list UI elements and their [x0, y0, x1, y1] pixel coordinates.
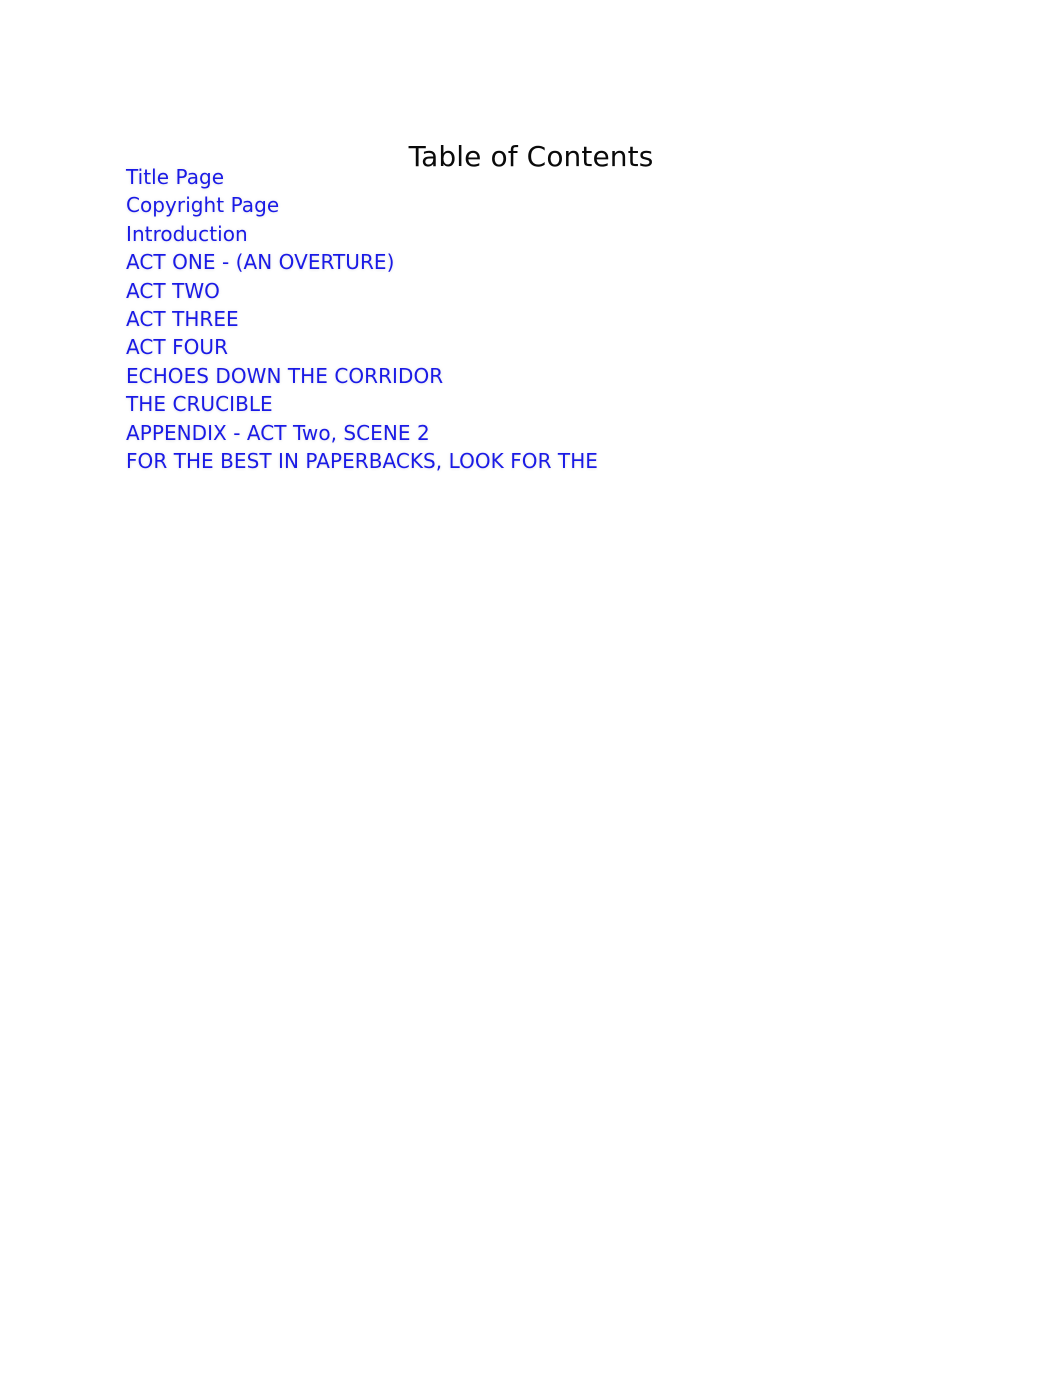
list-item: FOR THE BEST IN PAPERBACKS, LOOK FOR THE: [126, 447, 946, 475]
list-item: APPENDIX - ACT Two, SCENE 2: [126, 419, 946, 447]
toc-link-act-two[interactable]: ACT TWO: [126, 279, 220, 303]
toc-link-echoes-down-the-corridor[interactable]: ECHOES DOWN THE CORRIDOR: [126, 364, 443, 388]
document-page: Table of Contents Title Page Copyright P…: [0, 0, 1062, 1376]
toc-link-title-page[interactable]: Title Page: [126, 165, 224, 189]
table-of-contents-list: Title Page Copyright Page Introduction A…: [126, 163, 946, 475]
toc-link-act-four[interactable]: ACT FOUR: [126, 335, 228, 359]
list-item: Introduction: [126, 220, 946, 248]
list-item: ACT ONE - (AN OVERTURE): [126, 248, 946, 276]
toc-link-act-one[interactable]: ACT ONE - (AN OVERTURE): [126, 250, 394, 274]
list-item: ACT THREE: [126, 305, 946, 333]
list-item: ACT TWO: [126, 277, 946, 305]
list-item: Copyright Page: [126, 191, 946, 219]
toc-link-for-the-best-in-paperbacks[interactable]: FOR THE BEST IN PAPERBACKS, LOOK FOR THE: [126, 449, 598, 473]
toc-link-act-three[interactable]: ACT THREE: [126, 307, 239, 331]
list-item: ACT FOUR: [126, 333, 946, 361]
toc-link-appendix[interactable]: APPENDIX - ACT Two, SCENE 2: [126, 421, 430, 445]
list-item: Title Page: [126, 163, 946, 191]
list-item: ECHOES DOWN THE CORRIDOR: [126, 362, 946, 390]
toc-link-the-crucible[interactable]: THE CRUCIBLE: [126, 392, 273, 416]
toc-link-copyright-page[interactable]: Copyright Page: [126, 193, 279, 217]
list-item: THE CRUCIBLE: [126, 390, 946, 418]
toc-link-introduction[interactable]: Introduction: [126, 222, 248, 246]
